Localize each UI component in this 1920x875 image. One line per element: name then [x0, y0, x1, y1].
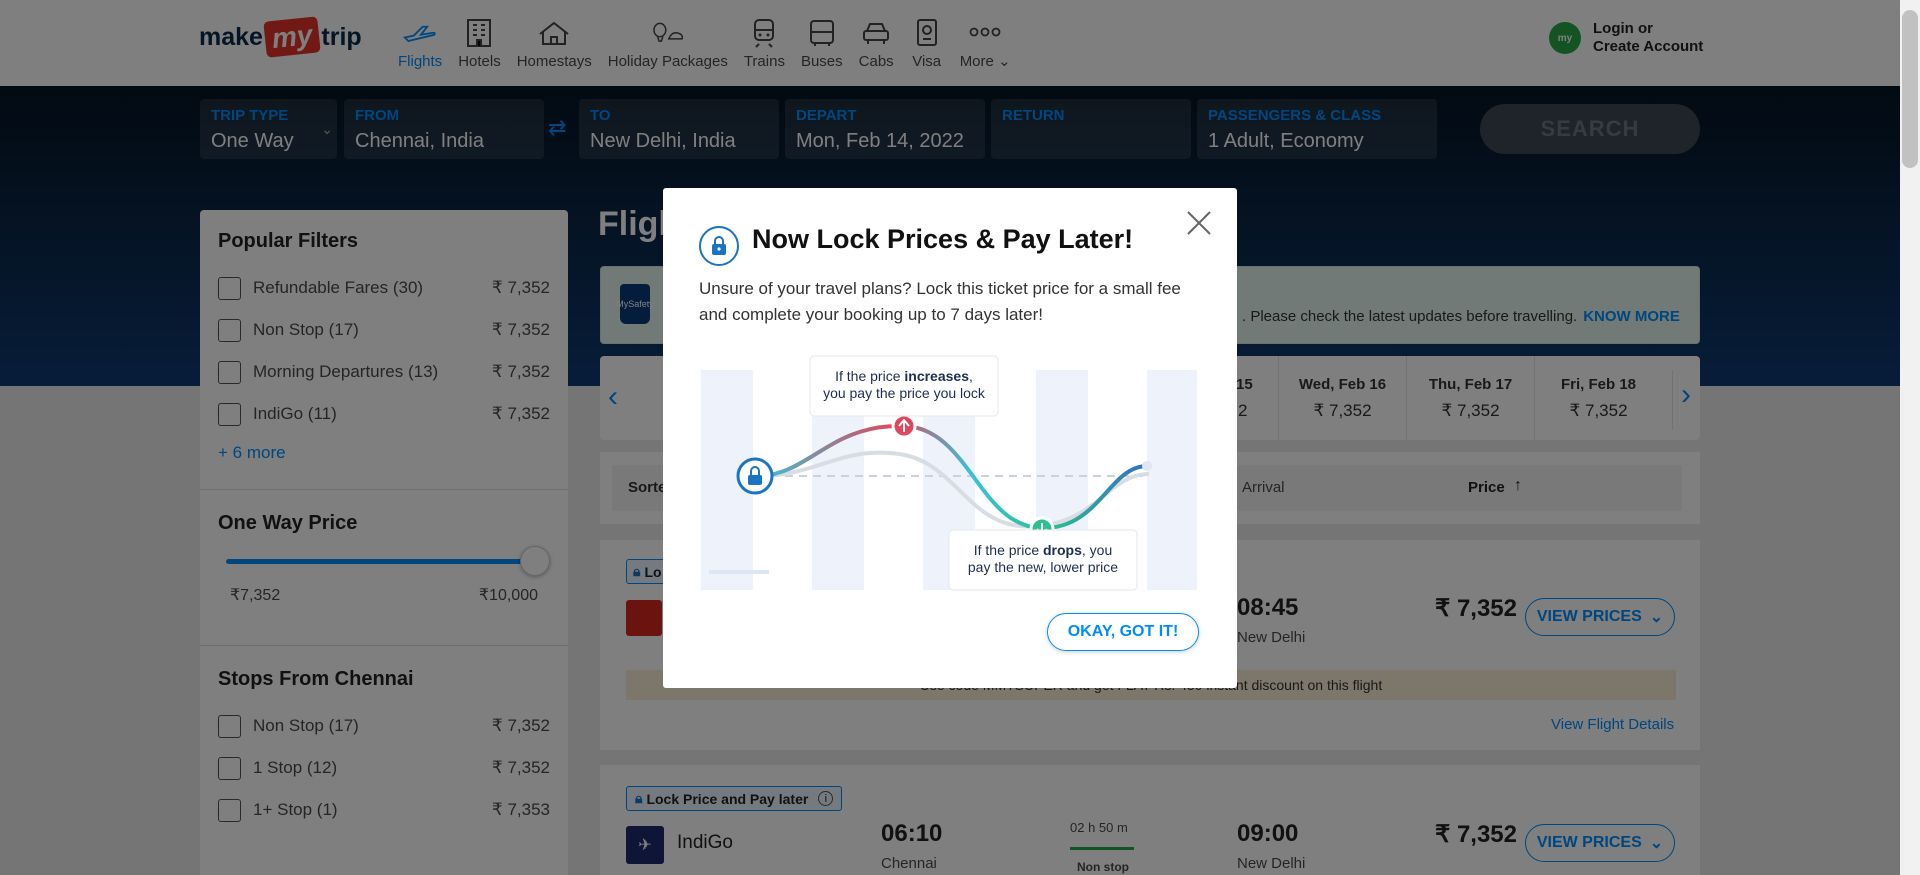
drop-post: , you [1082, 542, 1112, 558]
lock-icon [699, 226, 739, 266]
modal-description: Unsure of your travel plans? Lock this t… [699, 279, 1181, 324]
drop-bold: drops [1043, 542, 1082, 558]
increase-bold: increases [904, 368, 969, 384]
svg-text:If the price drops, you: If the price drops, you [974, 542, 1113, 558]
okay-got-it-button[interactable]: OKAY, GOT IT! [1047, 613, 1199, 651]
increase-line2: you pay the price you lock [823, 385, 986, 401]
drop-pre: If the price [974, 542, 1043, 558]
increase-pre: If the price [835, 368, 904, 384]
scrollbar-thumb[interactable] [1902, 10, 1918, 168]
modal-title: Now Lock Prices & Pay Later! [752, 224, 1134, 254]
svg-text:If the price increases,: If the price increases, [835, 368, 973, 384]
close-icon[interactable] [1184, 208, 1214, 238]
price-lock-illustration: If the price increases, you pay the pric… [699, 354, 1199, 594]
drop-line2: pay the new, lower price [968, 559, 1118, 575]
increase-post: , [969, 368, 973, 384]
